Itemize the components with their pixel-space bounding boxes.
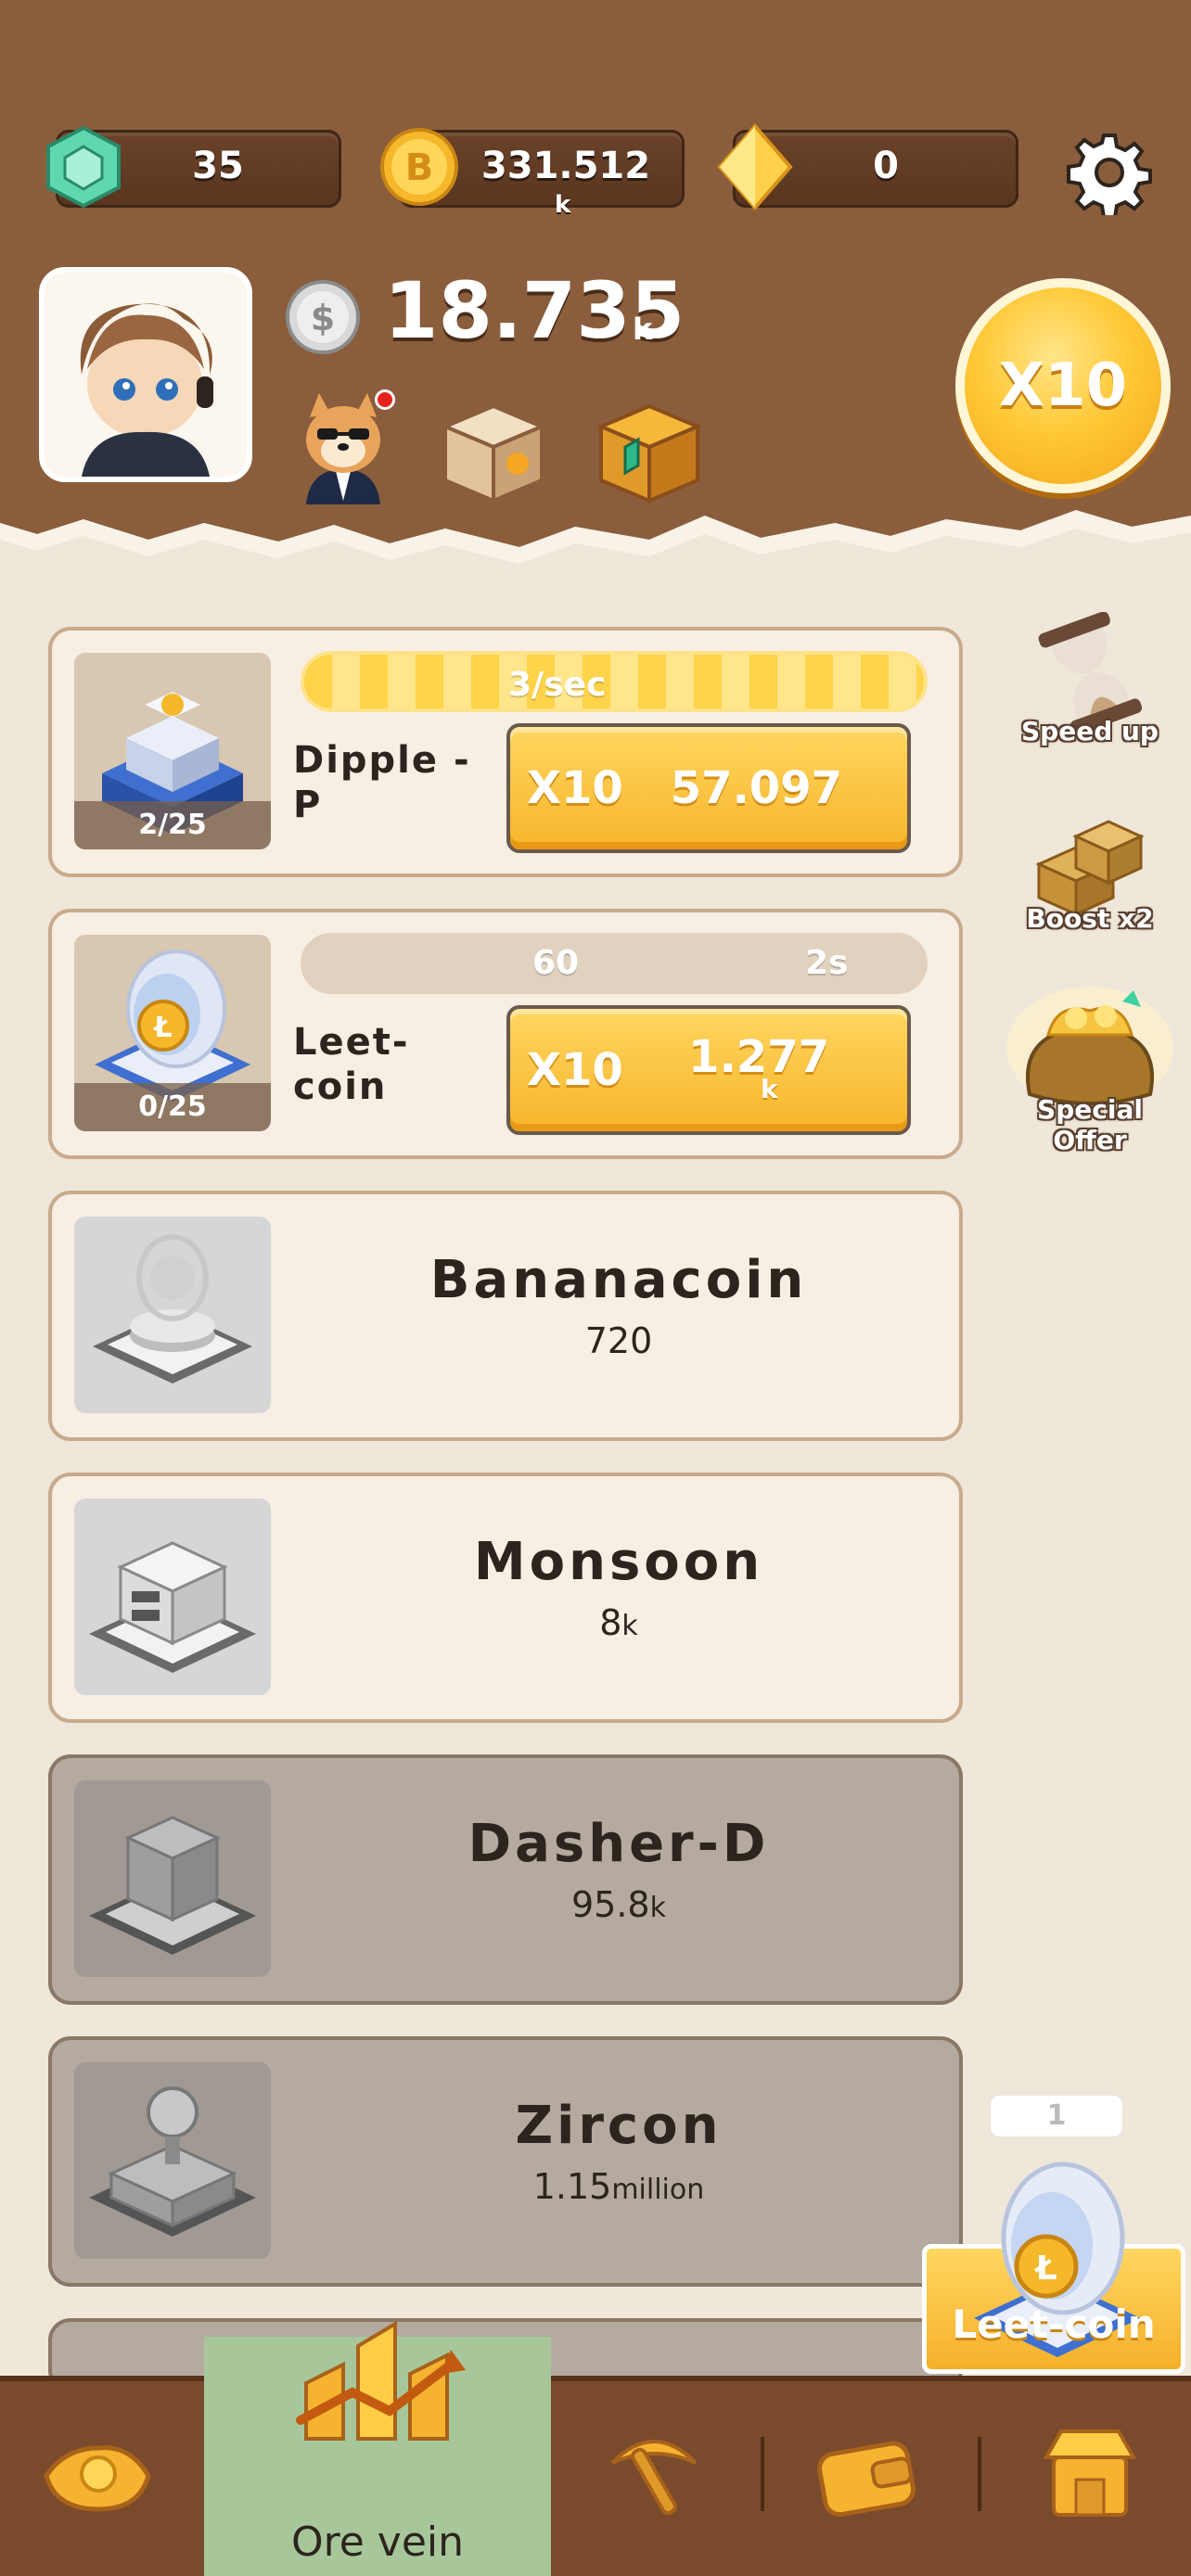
gold-unit: k <box>555 191 571 219</box>
price-value: 95.8 <box>571 1884 650 1925</box>
miner-count: 0/25 <box>74 1083 271 1131</box>
shop-nav-icon[interactable] <box>1039 2424 1141 2520</box>
production-amount: 60 <box>532 944 580 982</box>
buy-price-unit: k <box>761 1074 778 1104</box>
miner-name: Dasher-D <box>467 1814 770 1874</box>
treasure-sack-icon <box>1006 987 1173 1109</box>
price-value: 1.15 <box>532 2166 612 2207</box>
miner-price: 95.8k <box>271 1884 967 1925</box>
miner-price: 1.15million <box>271 2166 967 2207</box>
miner-count: 2/25 <box>74 801 271 849</box>
floating-coin-label: Leet-coin <box>952 2302 1156 2347</box>
miner-thumbnail <box>74 1498 271 1695</box>
miner-thumbnail <box>74 2062 271 2259</box>
gold-coin-icon: B <box>380 128 458 206</box>
miner-card-zircon[interactable]: Zircon 1.15million <box>48 2036 963 2287</box>
wallet-nav-icon[interactable] <box>813 2426 924 2519</box>
diamonds-value: 0 <box>873 145 899 187</box>
ore-vein-chart-icon <box>296 2320 466 2441</box>
miner-name-line1: Dipple - <box>293 739 471 782</box>
miner-thumbnail <box>74 1780 271 1977</box>
diamond-icon <box>717 122 793 211</box>
miner-card-dasher-d[interactable]: Dasher-D 95.8k <box>48 1754 963 2005</box>
production-rate-bar: 3/sec <box>301 651 928 712</box>
buy-multiplier: X10 <box>527 1044 623 1096</box>
miner-card-bananacoin[interactable]: Bananacoin 720 <box>48 1191 963 1441</box>
price-unit: k <box>649 1892 666 1924</box>
bottom-nav <box>0 2376 1191 2576</box>
miner-name-line2: P <box>293 784 323 826</box>
svg-text:$: $ <box>311 298 335 338</box>
price-value: 720 <box>584 1320 653 1361</box>
price-unit: k <box>621 1610 638 1642</box>
zircon-machine-icon <box>89 2086 256 2237</box>
nav-active-label: Ore vein <box>290 2519 465 2566</box>
floating-coin-badge: 1 <box>991 2096 1122 2136</box>
gold-value: 331.512 <box>480 145 651 187</box>
miner-card-monsoon[interactable]: Monsoon 8k <box>48 1473 963 1723</box>
production-progress-bar: 60 2s <box>301 933 928 994</box>
pickaxe-nav-icon[interactable] <box>603 2426 705 2519</box>
avatar-portrait <box>45 273 247 477</box>
balance-unit: k <box>633 312 653 347</box>
boost-x2-button[interactable]: Boost x2 <box>1002 799 1178 948</box>
miner-price: 8k <box>271 1602 967 1643</box>
miner-thumbnail <box>74 1217 271 1413</box>
gold-blocks-icon <box>1035 820 1145 917</box>
treasure-chest-icon[interactable] <box>592 393 707 504</box>
miner-thumbnail: 2/25 <box>74 653 271 849</box>
price-value: 8 <box>599 1602 622 1643</box>
miner-price: 720 <box>271 1320 967 1361</box>
special-offer-label: Special Offer <box>1037 1094 1143 1155</box>
notification-dot <box>375 389 395 410</box>
bananacoin-machine-icon <box>93 1234 252 1384</box>
miner-name-line1: Leet- <box>293 1021 410 1064</box>
settings-gear-icon[interactable] <box>1067 130 1152 215</box>
production-timer: 2s <box>805 944 849 982</box>
player-avatar[interactable] <box>39 267 252 482</box>
miner-name-line2: coin <box>293 1065 388 1108</box>
buy-x10-button[interactable]: X10 57.097 <box>506 723 911 853</box>
nav-separator <box>978 2437 981 2511</box>
miner-card-leet-coin[interactable]: Ł 0/25 60 2s Leet- coin X10 1.277 k <box>48 909 963 1159</box>
mine-cart-nav-icon[interactable] <box>37 2420 158 2522</box>
miner-name: Monsoon <box>473 1532 764 1592</box>
speed-up-label: Speed up <box>1021 716 1159 746</box>
miner-thumbnail: Ł 0/25 <box>74 935 271 1131</box>
x10-multiplier-button[interactable]: X10 <box>955 278 1171 493</box>
buy-price: 1.277 <box>688 1031 829 1083</box>
price-unit: million <box>611 2174 705 2206</box>
svg-text:Ł: Ł <box>152 1012 172 1044</box>
hourglass-icon <box>1038 611 1143 735</box>
miner-name: Zircon <box>515 2096 723 2156</box>
special-offer-button[interactable]: Special Offer <box>1002 983 1178 1155</box>
svg-text:Ł: Ł <box>1033 2250 1057 2288</box>
miner-name: Bananacoin <box>429 1250 808 1310</box>
gem-icon <box>46 125 121 209</box>
buy-x10-button[interactable]: X10 1.277 k <box>506 1005 911 1135</box>
gems-value: 35 <box>192 145 244 187</box>
production-rate: 3/sec <box>508 666 607 704</box>
miner-card-dipple-p[interactable]: 2/25 3/sec Dipple - P X10 57.097 <box>48 627 963 877</box>
svg-text:B: B <box>405 147 434 189</box>
buy-multiplier: X10 <box>527 762 623 814</box>
silver-coin-icon: $ <box>286 280 360 354</box>
monsoon-machine-icon <box>89 1541 256 1673</box>
buy-price: 57.097 <box>670 762 842 814</box>
boost-label: Boost x2 <box>1026 903 1154 934</box>
dasher-machine-icon <box>89 1816 256 1955</box>
speed-up-button[interactable]: Speed up <box>1002 611 1178 760</box>
wooden-crate-icon[interactable] <box>436 393 551 504</box>
nav-separator <box>761 2437 764 2511</box>
